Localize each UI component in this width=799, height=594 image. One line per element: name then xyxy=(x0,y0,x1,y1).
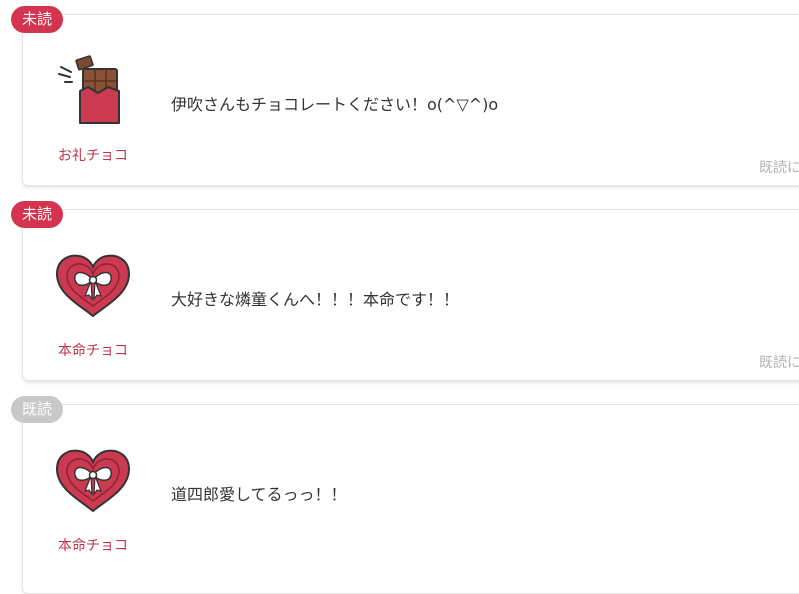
mark-read-hint[interactable]: 既読に xyxy=(759,352,799,372)
chocolate-type-label: お礼チョコ xyxy=(58,148,128,164)
chocolate-type-label: 本命チョコ xyxy=(58,343,128,359)
chocolate-bar-icon xyxy=(53,55,133,125)
message-card[interactable]: お礼チョコ 伊吹さんもチョコレートください！o(^▽^)o 既読に xyxy=(22,14,799,186)
message-text: 大好きな燐童くんへ！！！本命です！！ xyxy=(171,290,460,309)
message-text: 道四郎愛してるっっ！！ xyxy=(171,485,347,504)
message-card[interactable]: 本命チョコ 道四郎愛してるっっ！！ xyxy=(22,404,799,594)
message-text: 伊吹さんもチョコレートください！o(^▽^)o xyxy=(171,95,499,114)
heart-box-icon xyxy=(53,250,133,320)
chocolate-type-label: 本命チョコ xyxy=(58,538,128,554)
status-badge-unread: 未読 xyxy=(11,6,64,33)
status-badge-read: 既読 xyxy=(11,396,64,423)
status-badge-unread: 未読 xyxy=(11,201,64,228)
message-card[interactable]: 本命チョコ 大好きな燐童くんへ！！！本命です！！ 既読に xyxy=(22,209,799,381)
mark-read-hint[interactable]: 既読に xyxy=(759,157,799,177)
heart-box-icon xyxy=(53,445,133,515)
